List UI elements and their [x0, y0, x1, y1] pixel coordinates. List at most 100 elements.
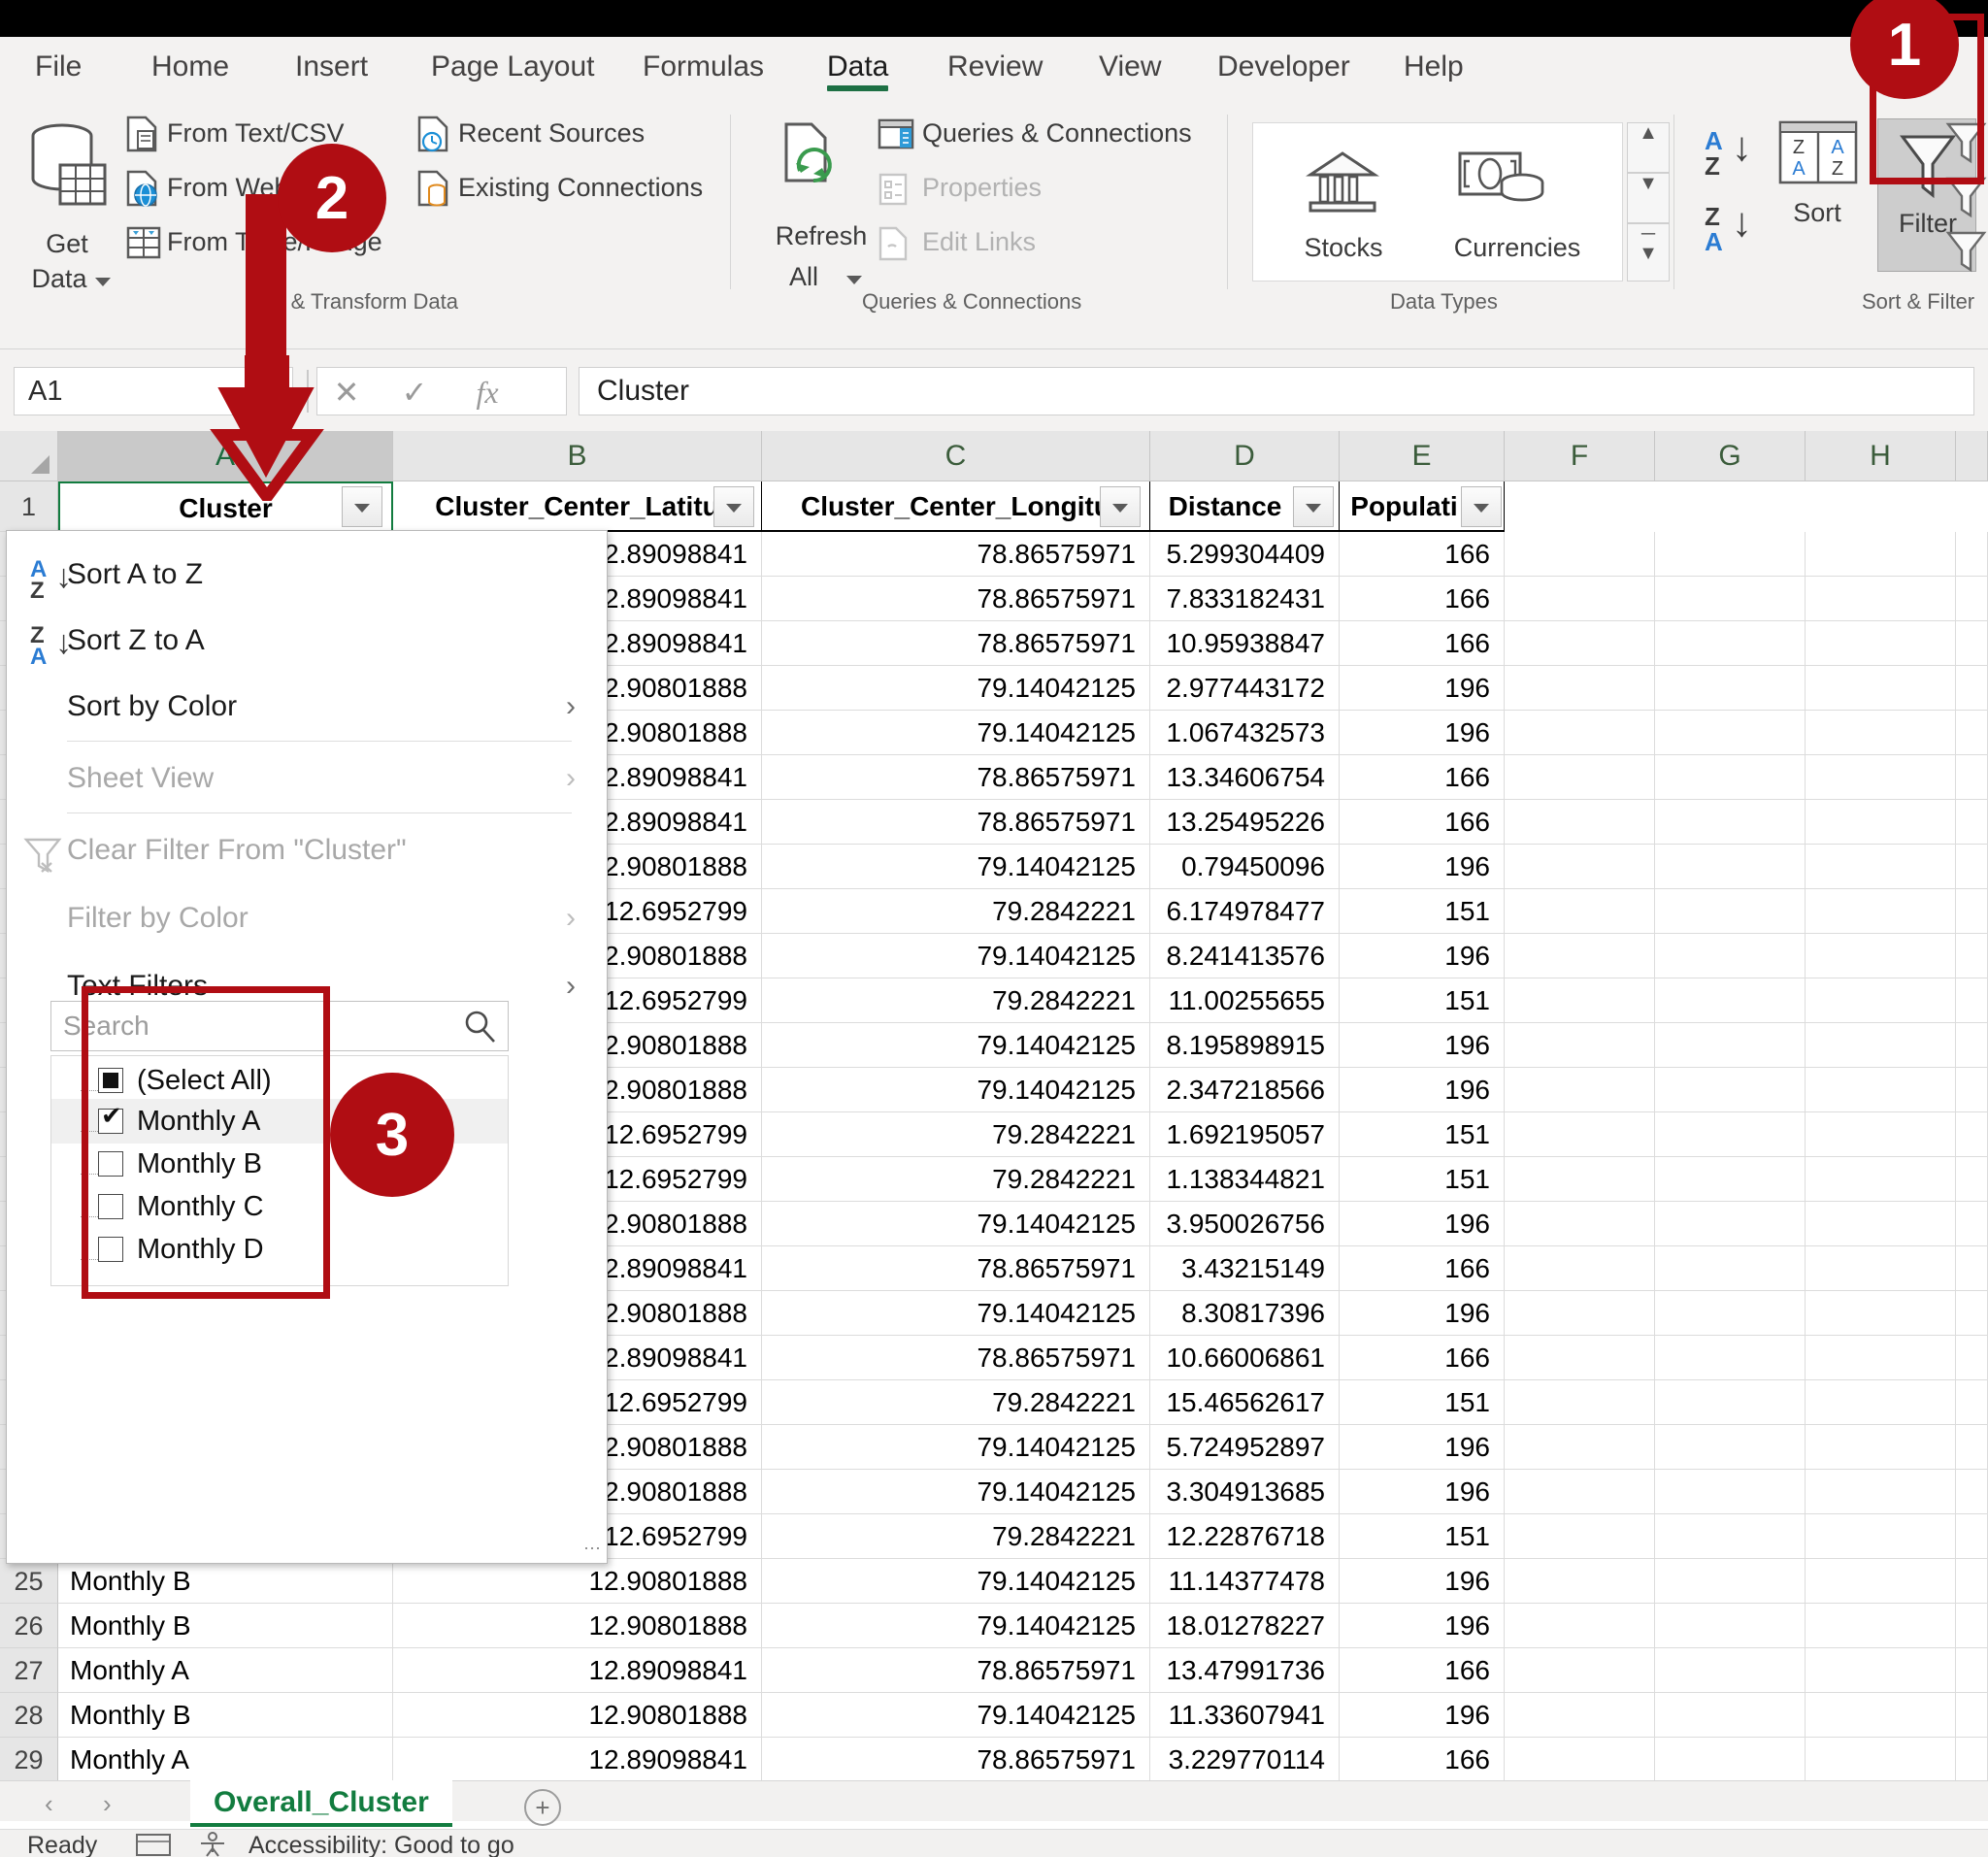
table-cell-empty[interactable]: [1655, 621, 1806, 666]
table-cell-lon[interactable]: 78.86575971: [762, 621, 1150, 666]
table-cell-empty[interactable]: [1956, 845, 1988, 889]
table-cell-empty[interactable]: [1956, 889, 1988, 934]
sheet-nav-next-icon[interactable]: ›: [103, 1789, 112, 1819]
table-cell-empty[interactable]: [1806, 1514, 1956, 1559]
sort-a-to-z-button[interactable]: A Z ↓: [1701, 126, 1761, 186]
table-cell-empty[interactable]: [1806, 1112, 1956, 1157]
insert-function-icon[interactable]: fx: [458, 374, 516, 411]
confirm-entry-icon[interactable]: ✓: [385, 374, 444, 411]
advanced-filter-icon[interactable]: [1945, 229, 1988, 274]
table-cell-empty[interactable]: [1505, 1380, 1655, 1425]
table-cell-empty[interactable]: [1806, 621, 1956, 666]
table-cell-empty[interactable]: [1956, 1604, 1988, 1648]
table-cell-lat[interactable]: 12.90801888: [393, 1604, 762, 1648]
table-cell-empty[interactable]: [1806, 889, 1956, 934]
table-cell-pop[interactable]: 166: [1340, 1648, 1505, 1693]
tab-formulas[interactable]: Formulas: [629, 37, 778, 97]
table-cell-empty[interactable]: [1806, 1023, 1956, 1068]
table-cell-empty[interactable]: [1655, 1604, 1806, 1648]
table-cell-dist[interactable]: 1.692195057: [1150, 1112, 1340, 1157]
table-cell-dist[interactable]: 8.30817396: [1150, 1291, 1340, 1336]
table-cell-empty[interactable]: [1956, 934, 1988, 978]
table-cell-empty[interactable]: [1505, 1470, 1655, 1514]
table-cell-pop[interactable]: 196: [1340, 1291, 1505, 1336]
table-cell-dist[interactable]: 13.34606754: [1150, 755, 1340, 800]
table-cell-lon[interactable]: 79.14042125: [762, 711, 1150, 755]
menu-item-sort-a-to-z[interactable]: AZ↓ Sort A to Z: [7, 543, 609, 607]
table-cell-empty[interactable]: [1806, 1470, 1956, 1514]
table-cell-pop[interactable]: 196: [1340, 845, 1505, 889]
table-cell-empty[interactable]: [1806, 978, 1956, 1023]
table-cell-empty[interactable]: [1505, 1336, 1655, 1380]
chevron-down-icon-refresh[interactable]: [846, 276, 862, 284]
table-cell-lon[interactable]: 78.86575971: [762, 800, 1150, 845]
table-cell-dist[interactable]: 13.25495226: [1150, 800, 1340, 845]
table-cell-empty[interactable]: [1655, 1336, 1806, 1380]
table-cell-empty[interactable]: [1505, 711, 1655, 755]
table-cell-empty[interactable]: [1655, 577, 1806, 621]
table-cell-empty[interactable]: [1806, 1693, 1956, 1738]
table-cell-pop[interactable]: 166: [1340, 577, 1505, 621]
table-cell-lon[interactable]: 79.14042125: [762, 934, 1150, 978]
table-cell-lon[interactable]: 79.2842221: [762, 978, 1150, 1023]
table-cell-lon[interactable]: 79.2842221: [762, 1514, 1150, 1559]
table-cell-empty[interactable]: [1806, 1738, 1956, 1782]
table-cell-empty[interactable]: [1655, 711, 1806, 755]
table-cell-empty[interactable]: [1655, 1380, 1806, 1425]
table-cell-empty[interactable]: [1505, 934, 1655, 978]
table-cell-pop[interactable]: 166: [1340, 1246, 1505, 1291]
table-cell-lon[interactable]: 79.14042125: [762, 1559, 1150, 1604]
table-cell-empty[interactable]: [1956, 755, 1988, 800]
table-cell-empty[interactable]: [1806, 845, 1956, 889]
header-cell-latitude[interactable]: Cluster_Center_Latitu: [393, 481, 762, 532]
column-header-b[interactable]: B: [393, 431, 762, 481]
tab-insert[interactable]: Insert: [282, 37, 381, 97]
table-cell-empty[interactable]: [1505, 1023, 1655, 1068]
table-cell-dist[interactable]: 8.195898915: [1150, 1023, 1340, 1068]
table-cell-lat[interactable]: 12.90801888: [393, 1559, 762, 1604]
table-cell-empty[interactable]: [1505, 1559, 1655, 1604]
tab-view[interactable]: View: [1085, 37, 1175, 97]
recent-sources-label[interactable]: Recent Sources: [458, 118, 645, 149]
table-cell-lon[interactable]: 79.14042125: [762, 1202, 1150, 1246]
table-cell-dist[interactable]: 3.229770114: [1150, 1738, 1340, 1782]
table-cell-empty[interactable]: [1655, 1246, 1806, 1291]
table-cell-empty[interactable]: [1505, 666, 1655, 711]
table-cell-lat[interactable]: 12.89098841: [393, 1738, 762, 1782]
table-cell-empty[interactable]: [1956, 1336, 1988, 1380]
table-cell-lon[interactable]: 78.86575971: [762, 1648, 1150, 1693]
table-cell-lon[interactable]: 79.2842221: [762, 1112, 1150, 1157]
table-cell-empty[interactable]: [1956, 1514, 1988, 1559]
table-cell-pop[interactable]: 196: [1340, 711, 1505, 755]
column-header-c[interactable]: C: [762, 431, 1150, 481]
table-cell-dist[interactable]: 15.46562617: [1150, 1380, 1340, 1425]
table-cell-empty[interactable]: [1956, 1023, 1988, 1068]
accessibility-icon[interactable]: [196, 1831, 229, 1857]
sort-label[interactable]: Sort: [1769, 198, 1866, 228]
table-cell-empty[interactable]: [1806, 1336, 1956, 1380]
table-cell-lon[interactable]: 79.2842221: [762, 1157, 1150, 1202]
stocks-label[interactable]: Stocks: [1285, 233, 1402, 263]
column-header-g[interactable]: G: [1655, 431, 1806, 481]
table-cell-cluster[interactable]: Monthly B: [58, 1604, 393, 1648]
table-cell-dist[interactable]: 10.66006861: [1150, 1336, 1340, 1380]
tab-review[interactable]: Review: [934, 37, 1056, 97]
table-cell-pop[interactable]: 196: [1340, 1559, 1505, 1604]
table-cell-dist[interactable]: 3.304913685: [1150, 1470, 1340, 1514]
table-cell-cluster[interactable]: Monthly B: [58, 1559, 393, 1604]
select-all-corner[interactable]: [0, 431, 58, 481]
table-cell-empty[interactable]: [1505, 1157, 1655, 1202]
table-cell-empty[interactable]: [1655, 1202, 1806, 1246]
refresh-all-label-1[interactable]: Refresh: [763, 221, 879, 251]
table-cell-empty[interactable]: [1956, 1157, 1988, 1202]
table-cell-lon[interactable]: 79.14042125: [762, 1291, 1150, 1336]
tab-help[interactable]: Help: [1390, 37, 1477, 97]
table-cell-dist[interactable]: 18.01278227: [1150, 1604, 1340, 1648]
table-cell-empty[interactable]: [1505, 1291, 1655, 1336]
table-cell-empty[interactable]: [1956, 800, 1988, 845]
table-cell-empty[interactable]: [1806, 1648, 1956, 1693]
table-cell-empty[interactable]: [1655, 800, 1806, 845]
row-header[interactable]: 26: [0, 1604, 58, 1648]
table-cell-empty[interactable]: [1505, 978, 1655, 1023]
table-cell-pop[interactable]: 166: [1340, 755, 1505, 800]
